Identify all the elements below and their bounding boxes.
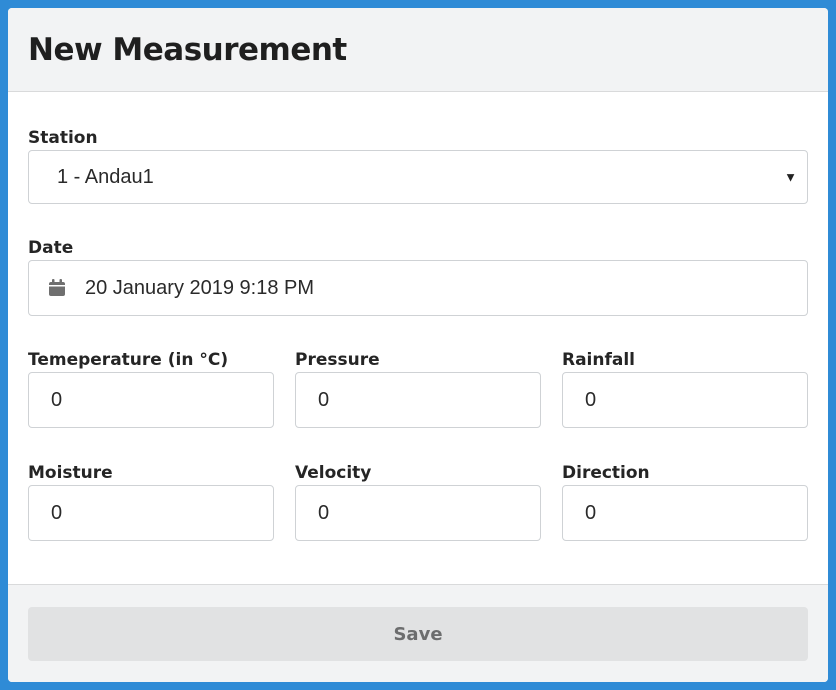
- date-picker-input[interactable]: 20 January 2019 9:18 PM: [28, 260, 808, 316]
- temperature-value: 0: [51, 388, 63, 411]
- panel-header: New Measurement: [8, 8, 828, 92]
- calendar-icon: [47, 278, 67, 298]
- moisture-value: 0: [51, 501, 63, 524]
- station-selected-value: 1 - Andau1: [57, 165, 154, 188]
- pressure-label: Pressure: [295, 350, 380, 370]
- rainfall-value: 0: [585, 388, 597, 411]
- page-title: New Measurement: [28, 31, 347, 68]
- station-label: Station: [28, 128, 98, 148]
- rainfall-input[interactable]: 0: [562, 372, 808, 428]
- velocity-label: Velocity: [295, 463, 372, 483]
- pressure-value: 0: [318, 388, 330, 411]
- dropdown-arrow-icon: ▼: [784, 169, 797, 185]
- moisture-label: Moisture: [28, 463, 113, 483]
- direction-value: 0: [585, 501, 597, 524]
- date-value: 20 January 2019 9:18 PM: [85, 276, 315, 299]
- panel-footer: Save: [8, 584, 828, 682]
- station-select[interactable]: 1 - Andau1 ▼: [28, 150, 808, 204]
- rainfall-label: Rainfall: [562, 350, 636, 370]
- temperature-label: Temeperature (in °C): [28, 350, 229, 370]
- pressure-input[interactable]: 0: [295, 372, 541, 428]
- moisture-input[interactable]: 0: [28, 485, 274, 541]
- direction-input[interactable]: 0: [562, 485, 808, 541]
- temperature-input[interactable]: 0: [28, 372, 274, 428]
- velocity-input[interactable]: 0: [295, 485, 541, 541]
- direction-label: Direction: [562, 463, 650, 483]
- velocity-value: 0: [318, 501, 330, 524]
- save-button[interactable]: Save: [28, 607, 808, 661]
- measurement-form-panel: New Measurement Station 1 - Andau1 ▼ Dat…: [8, 8, 828, 682]
- date-label: Date: [28, 238, 74, 258]
